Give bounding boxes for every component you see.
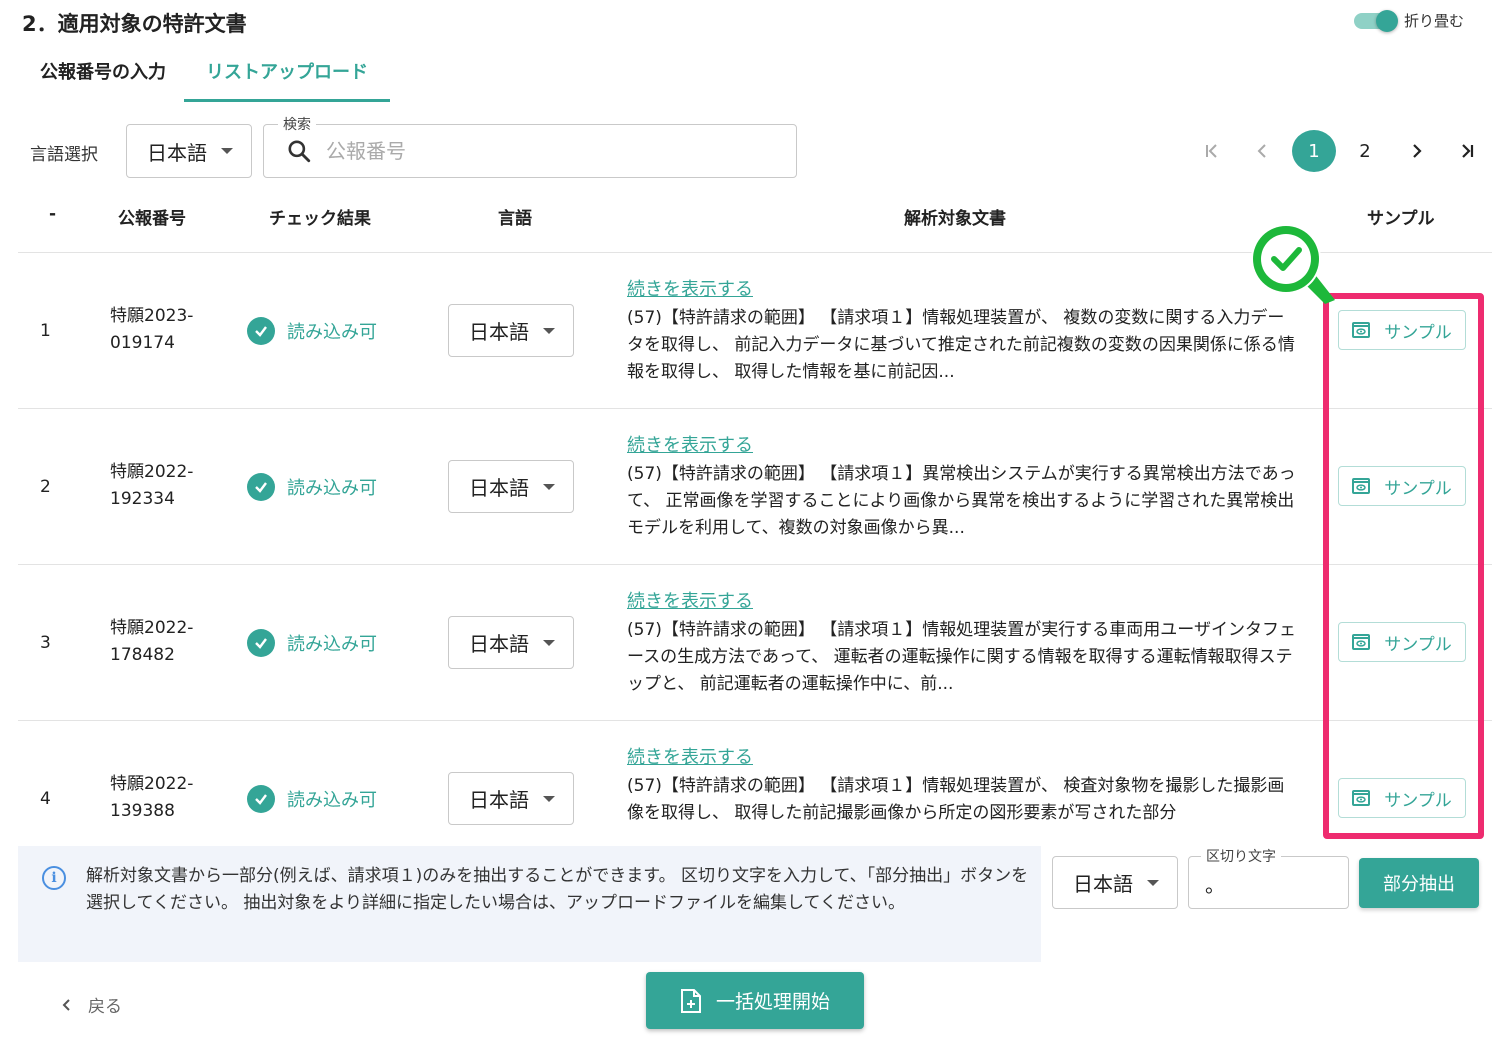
tab-publication-number[interactable]: 公報番号の入力 <box>22 40 184 102</box>
row-index: 3 <box>40 633 51 653</box>
show-more-link[interactable]: 続きを表示する <box>627 275 753 301</box>
sample-button[interactable]: サンプル <box>1338 310 1466 350</box>
row-language-select[interactable]: 日本語 <box>448 460 574 513</box>
sample-button[interactable]: サンプル <box>1338 466 1466 506</box>
row-publication-number: 特願2022- 192334 <box>110 462 194 509</box>
row-document-text: (57)【特許請求の範囲】 【請求項１】異常検出システムが実行する異常検出方法で… <box>627 464 1296 538</box>
preview-icon <box>1352 322 1371 338</box>
column-index: - <box>49 204 57 224</box>
info-text: 解析対象文書から一部分(例えば、請求項１)のみを抽出することができます。 区切り… <box>86 866 1029 913</box>
prev-page-icon[interactable] <box>1241 130 1285 172</box>
table-row: 2 特願2022- 192334 読み込み可 日本語 続きを表示する (57)【特… <box>18 409 1492 565</box>
caret-down-icon <box>543 328 555 334</box>
column-sample: サンプル <box>1367 209 1435 229</box>
row-check-result: 読み込み可 <box>247 629 377 657</box>
sample-button[interactable]: サンプル <box>1338 778 1466 818</box>
caret-down-icon <box>1147 880 1159 886</box>
annotation-check-icon <box>1251 224 1335 304</box>
pagination: 1 2 <box>1190 130 1496 172</box>
row-document-text: (57)【特許請求の範囲】 【請求項１】情報処理装置が、 検査対象物を撮影した撮… <box>627 776 1285 823</box>
row-check-result: 読み込み可 <box>247 473 377 501</box>
back-link[interactable]: 戻る <box>60 992 122 1017</box>
info-icon: i <box>42 866 66 890</box>
partial-extract-button[interactable]: 部分抽出 <box>1359 858 1479 908</box>
row-language-select[interactable]: 日本語 <box>448 616 574 669</box>
extract-language-select[interactable]: 日本語 <box>1052 856 1178 909</box>
tab-bar: 公報番号の入力 リストアップロード <box>22 40 390 102</box>
delimiter-input[interactable] <box>1205 871 1335 895</box>
batch-start-button[interactable]: 一括処理開始 <box>646 972 864 1029</box>
search-field[interactable]: 検索 <box>263 114 797 178</box>
check-circle-icon <box>247 629 275 657</box>
first-page-icon[interactable] <box>1190 130 1234 172</box>
chevron-left-icon <box>62 998 70 1011</box>
show-more-link[interactable]: 続きを表示する <box>627 587 753 613</box>
page-1-button[interactable]: 1 <box>1292 130 1336 172</box>
row-publication-number: 特願2022- 178482 <box>110 618 194 665</box>
row-publication-number: 特願2023- 019174 <box>110 306 194 353</box>
preview-icon <box>1352 478 1371 494</box>
row-document-text: (57)【特許請求の範囲】 【請求項１】情報処理装置が、 複数の変数に関する入力… <box>627 308 1295 382</box>
delimiter-legend: 区切り文字 <box>1201 846 1281 866</box>
toggle-switch[interactable] <box>1354 9 1398 32</box>
tab-list-upload[interactable]: リストアップロード <box>184 40 390 102</box>
language-label: 言語選択 <box>30 145 98 165</box>
row-index: 2 <box>40 477 51 497</box>
column-publication-number: 公報番号 <box>118 209 186 229</box>
caret-down-icon <box>221 148 233 154</box>
row-language-select[interactable]: 日本語 <box>448 304 574 357</box>
info-panel: i 解析対象文書から一部分(例えば、請求項１)のみを抽出することができます。 区… <box>18 846 1041 962</box>
toggle-knob <box>1376 9 1398 32</box>
row-check-result: 読み込み可 <box>247 317 377 345</box>
language-select[interactable]: 日本語 <box>126 124 252 178</box>
language-select-value: 日本語 <box>147 140 207 165</box>
column-check-result: チェック結果 <box>269 209 371 229</box>
last-page-icon[interactable] <box>1445 130 1489 172</box>
table-body: 1 特願2023- 019174 読み込み可 日本語 続きを表示する (57)【特… <box>18 253 1492 835</box>
caret-down-icon <box>543 796 555 802</box>
column-language: 言語 <box>498 209 532 229</box>
section-title: 2．適用対象の特許文書 <box>22 12 247 36</box>
page-2-button[interactable]: 2 <box>1343 130 1387 172</box>
check-circle-icon <box>247 785 275 813</box>
collapse-toggle[interactable]: 折り畳む <box>1354 9 1465 32</box>
preview-icon <box>1352 790 1371 806</box>
search-input[interactable] <box>326 139 746 163</box>
check-circle-icon <box>247 317 275 345</box>
next-page-icon[interactable] <box>1394 130 1438 172</box>
sample-button[interactable]: サンプル <box>1338 622 1466 662</box>
row-publication-number: 特願2022- 139388 <box>110 774 194 821</box>
row-index: 4 <box>40 789 51 809</box>
table-row: 4 特願2022- 139388 読み込み可 日本語 続きを表示する (57)【特… <box>18 721 1492 835</box>
caret-down-icon <box>543 484 555 490</box>
file-add-icon <box>680 988 701 1013</box>
row-document-text: (57)【特許請求の範囲】 【請求項１】情報処理装置が実行する車両用ユーザインタ… <box>627 620 1296 694</box>
column-target-document: 解析対象文書 <box>904 209 1006 229</box>
row-check-result: 読み込み可 <box>247 785 377 813</box>
show-more-link[interactable]: 続きを表示する <box>627 743 753 769</box>
delimiter-field[interactable]: 区切り文字 <box>1188 846 1349 909</box>
row-language-select[interactable]: 日本語 <box>448 772 574 825</box>
collapse-label: 折り畳む <box>1404 12 1465 30</box>
check-circle-icon <box>247 473 275 501</box>
preview-icon <box>1352 634 1371 650</box>
caret-down-icon <box>543 640 555 646</box>
search-icon <box>288 140 311 163</box>
search-legend: 検索 <box>278 114 316 134</box>
row-index: 1 <box>40 321 51 341</box>
table-row: 3 特願2022- 178482 読み込み可 日本語 続きを表示する (57)【特… <box>18 565 1492 721</box>
show-more-link[interactable]: 続きを表示する <box>627 431 753 457</box>
